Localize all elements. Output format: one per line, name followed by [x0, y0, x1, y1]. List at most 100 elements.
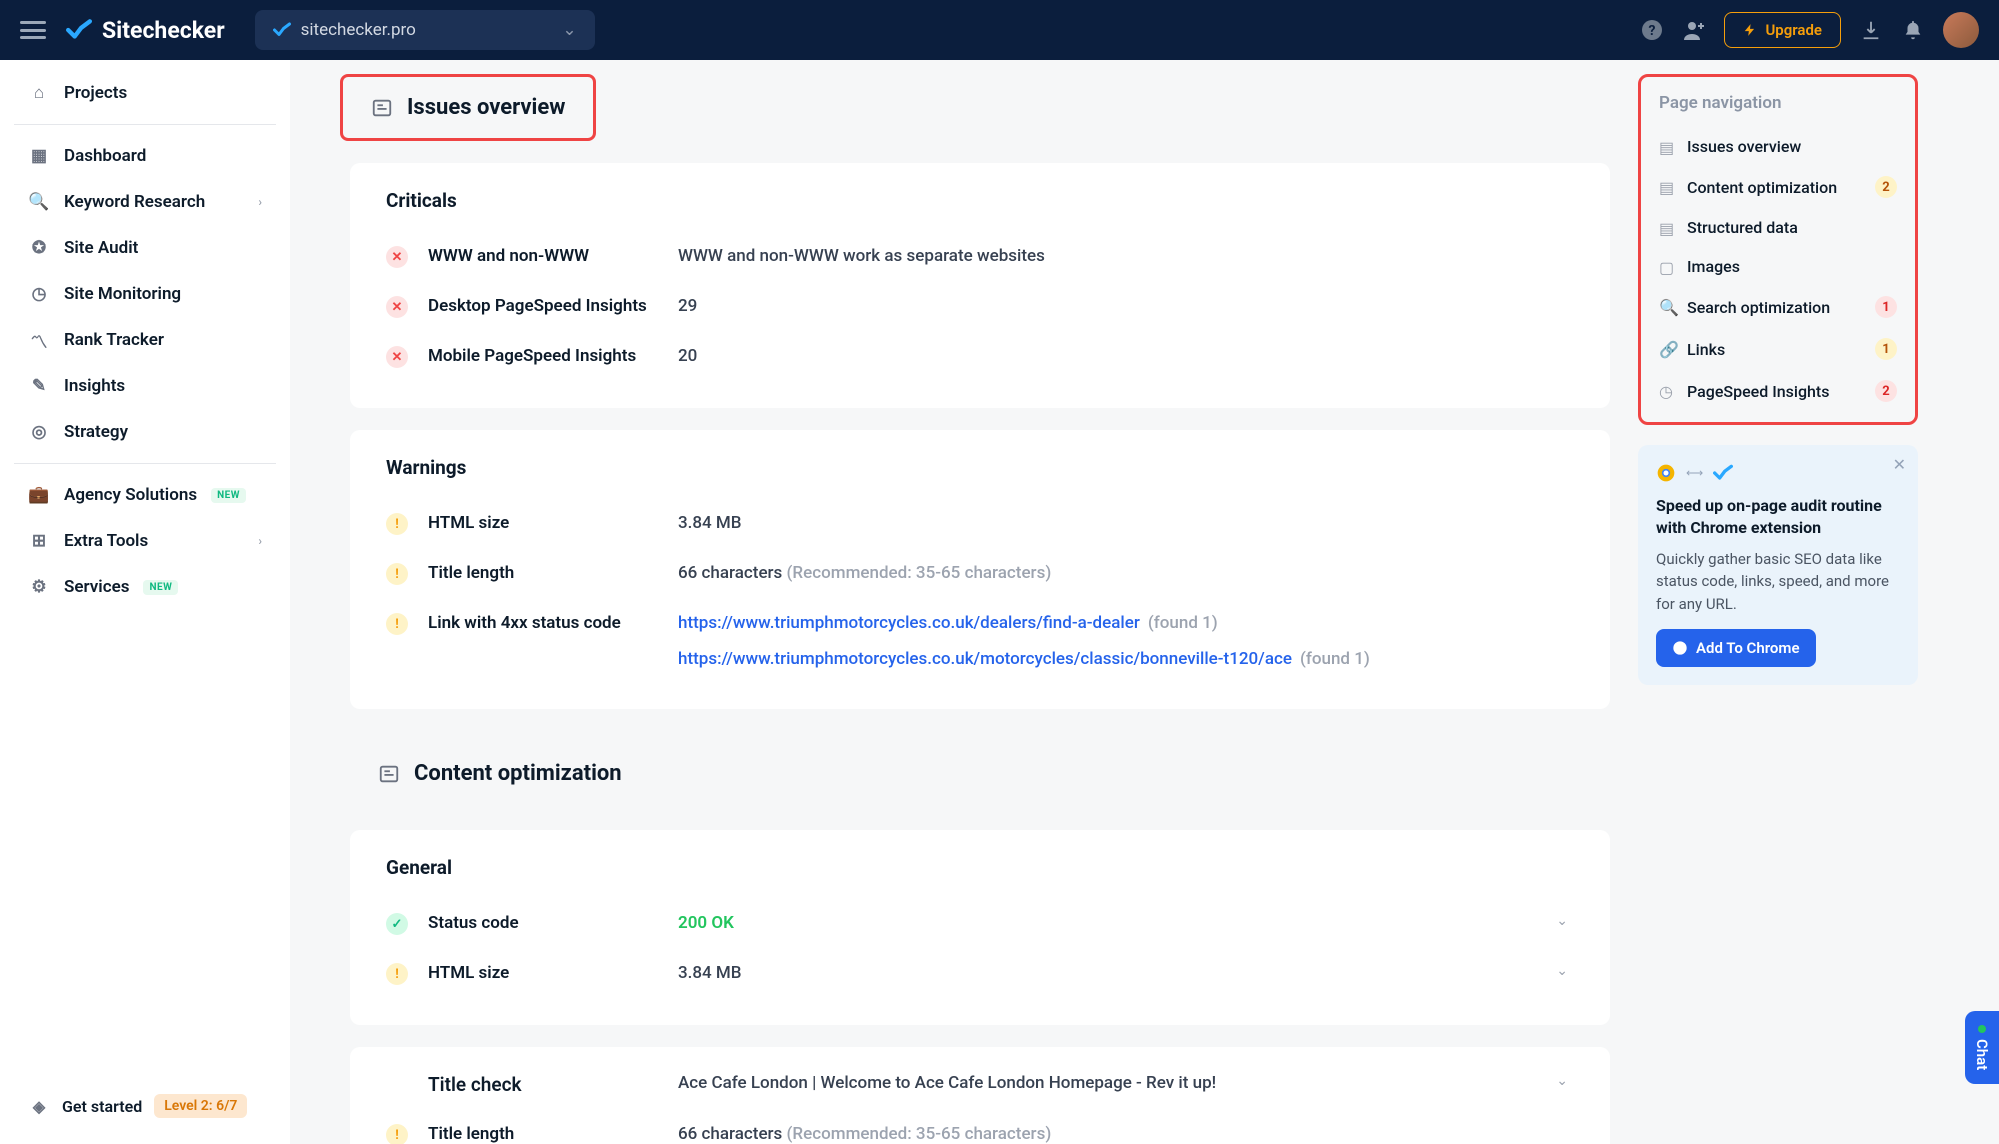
chevron-down-icon[interactable]: ⌄	[1550, 963, 1574, 979]
sidebar-item-keyword-research[interactable]: 🔍Keyword Research›	[0, 179, 290, 225]
page-nav-title: Page navigation	[1659, 93, 1897, 113]
promo-icons: ⟷	[1656, 463, 1900, 483]
nav-images[interactable]: ▢Images	[1659, 247, 1897, 286]
report-icon: ▤	[1659, 178, 1677, 196]
sidebar-item-strategy[interactable]: ◎Strategy	[0, 409, 290, 455]
svg-text:?: ?	[1649, 23, 1656, 39]
nav-search-optimization[interactable]: 🔍Search optimization1	[1659, 286, 1897, 328]
promo-title: Speed up on-page audit routine with Chro…	[1656, 495, 1900, 540]
search-icon: 🔍	[1659, 298, 1677, 316]
chevron-down-icon: ⌄	[562, 20, 576, 40]
add-user-icon[interactable]	[1682, 18, 1706, 42]
critical-row[interactable]: ✕ WWW and non-WWW WWW and non-WWW work a…	[386, 232, 1574, 282]
briefcase-icon: 💼	[28, 484, 50, 506]
sidebar-item-dashboard[interactable]: ▦Dashboard	[0, 133, 290, 179]
title-length-row[interactable]: ! Title length 66 characters (Recommende…	[386, 1110, 1574, 1144]
sidebar-item-extra-tools[interactable]: ⊞Extra Tools›	[0, 518, 290, 564]
upgrade-button[interactable]: Upgrade	[1724, 12, 1841, 48]
sidebar-item-agency[interactable]: 💼Agency SolutionsNEW	[0, 472, 290, 518]
brand-logo[interactable]: Sitechecker	[66, 17, 225, 44]
warnings-title: Warnings	[386, 456, 1574, 479]
sidebar-item-projects[interactable]: ⌂Projects	[0, 70, 290, 116]
trend-icon: 〽	[28, 329, 50, 351]
general-card: General ✓ Status code 200 OK ⌄ ! HTML si…	[350, 830, 1610, 1025]
warning-row[interactable]: ! Title length 66 characters (Recommende…	[386, 549, 1574, 599]
title-check-row[interactable]: Title check Ace Cafe London | Welcome to…	[386, 1073, 1574, 1110]
main-content: Issues overview Criticals ✕ WWW and non-…	[290, 60, 1999, 1144]
criticals-title: Criticals	[386, 189, 1574, 212]
diamond-icon: ◈	[28, 1095, 50, 1117]
nav-pagespeed[interactable]: ◷PageSpeed Insights2	[1659, 370, 1897, 412]
content-optimization-header: Content optimization	[350, 739, 1610, 808]
critical-row[interactable]: ✕ Desktop PageSpeed Insights 29	[386, 282, 1574, 332]
level-badge: Level 2: 6/7	[154, 1094, 247, 1118]
warning-icon: !	[386, 963, 408, 985]
download-icon[interactable]	[1859, 18, 1883, 42]
get-started[interactable]: ◈ Get started Level 2: 6/7	[0, 1078, 290, 1134]
sidebar-item-services[interactable]: ⚙ServicesNEW	[0, 564, 290, 610]
warning-icon: !	[386, 1124, 408, 1144]
sitechecker-mark-icon	[66, 19, 92, 41]
report-icon	[371, 97, 393, 119]
arrow-icon: ⟷	[1686, 466, 1703, 480]
close-icon[interactable]: ✕	[1893, 455, 1906, 474]
promo-desc: Quickly gather basic SEO data like statu…	[1656, 548, 1900, 616]
services-icon: ⚙	[28, 576, 50, 598]
code-icon: ▤	[1659, 219, 1677, 237]
divider	[14, 463, 276, 464]
warning-icon: !	[386, 613, 408, 635]
nav-links[interactable]: 🔗Links1	[1659, 328, 1897, 370]
ok-icon: ✓	[386, 913, 408, 935]
page-navigation-card: Page navigation ▤Issues overview ▤Conten…	[1638, 74, 1918, 425]
image-icon: ▢	[1659, 258, 1677, 276]
chat-tab[interactable]: Chat	[1965, 1011, 1999, 1084]
divider	[14, 124, 276, 125]
nav-content-optimization[interactable]: ▤Content optimization2	[1659, 166, 1897, 208]
bell-icon[interactable]	[1901, 18, 1925, 42]
nav-structured-data[interactable]: ▤Structured data	[1659, 208, 1897, 247]
chrome-icon	[1656, 463, 1676, 483]
nav-issues-overview[interactable]: ▤Issues overview	[1659, 127, 1897, 166]
search-icon: 🔍	[28, 191, 50, 213]
warning-row[interactable]: ! Link with 4xx status code https://www.…	[386, 599, 1574, 683]
4xx-link[interactable]: https://www.triumphmotorcycles.co.uk/dea…	[678, 613, 1140, 633]
criticals-card: Criticals ✕ WWW and non-WWW WWW and non-…	[350, 163, 1610, 408]
monitor-icon: ◷	[28, 283, 50, 305]
general-row[interactable]: ✓ Status code 200 OK ⌄	[386, 899, 1574, 949]
warning-row[interactable]: ! HTML size 3.84 MB	[386, 499, 1574, 549]
general-title: General	[386, 856, 1574, 879]
audit-icon: ✪	[28, 237, 50, 259]
critical-row[interactable]: ✕ Mobile PageSpeed Insights 20	[386, 332, 1574, 382]
avatar[interactable]	[1943, 12, 1979, 48]
menu-toggle[interactable]	[20, 21, 46, 39]
chrome-extension-promo: ✕ ⟷ Speed up on-page audit routine with …	[1638, 445, 1918, 685]
chevron-down-icon[interactable]: ⌄	[1550, 913, 1574, 929]
add-to-chrome-button[interactable]: Add To Chrome	[1656, 629, 1816, 667]
chevron-down-icon[interactable]: ⌄	[1550, 1073, 1574, 1089]
report-icon: ▤	[1659, 138, 1677, 156]
critical-icon: ✕	[386, 296, 408, 318]
sidebar-item-site-audit[interactable]: ✪Site Audit	[0, 225, 290, 271]
sidebar-item-site-monitoring[interactable]: ◷Site Monitoring	[0, 271, 290, 317]
home-icon: ⌂	[28, 82, 50, 104]
site-selector[interactable]: sitechecker.pro ⌄	[255, 10, 595, 50]
critical-icon: ✕	[386, 346, 408, 368]
critical-icon: ✕	[386, 246, 408, 268]
topbar-actions: ? Upgrade	[1640, 12, 1979, 48]
sidebar-item-insights[interactable]: ✎Insights	[0, 363, 290, 409]
topbar: Sitechecker sitechecker.pro ⌄ ? Upgrade	[0, 0, 1999, 60]
4xx-link[interactable]: https://www.triumphmotorcycles.co.uk/mot…	[678, 649, 1292, 669]
warning-icon: !	[386, 513, 408, 535]
chevron-right-icon: ›	[258, 534, 262, 548]
report-icon	[378, 763, 400, 785]
general-row[interactable]: ! HTML size 3.84 MB ⌄	[386, 949, 1574, 999]
warning-icon: !	[386, 563, 408, 585]
sitechecker-mark-small-icon	[273, 22, 291, 38]
sidebar-item-rank-tracker[interactable]: 〽Rank Tracker	[0, 317, 290, 363]
issues-overview-header: Issues overview	[340, 74, 596, 141]
help-icon[interactable]: ?	[1640, 18, 1664, 42]
site-selected-label: sitechecker.pro	[301, 20, 416, 40]
sidebar: ⌂Projects ▦Dashboard 🔍Keyword Research› …	[0, 60, 290, 1144]
link-icon: 🔗	[1659, 340, 1677, 358]
chrome-icon	[1672, 640, 1688, 656]
